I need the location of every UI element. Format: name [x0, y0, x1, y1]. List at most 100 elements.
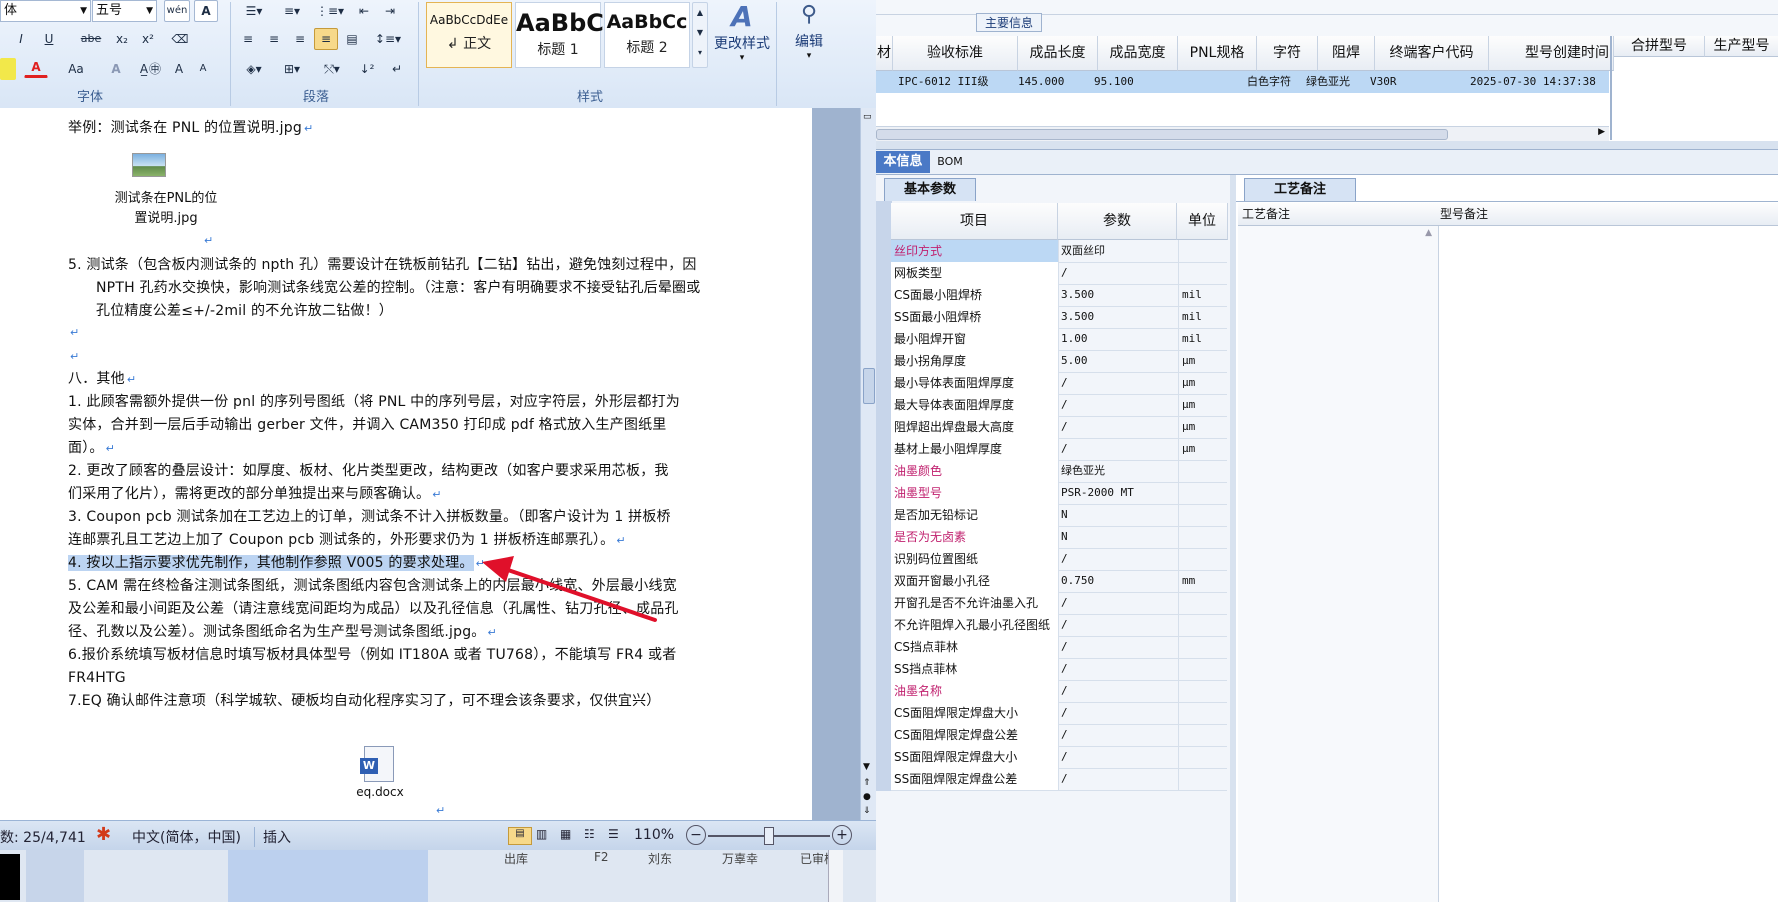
- shading-icon[interactable]: ◈▾: [236, 58, 272, 80]
- param-value[interactable]: /: [1058, 680, 1179, 702]
- col-header-unit[interactable]: 单位: [1177, 203, 1228, 240]
- splitter[interactable]: [876, 141, 1778, 150]
- style-heading-1[interactable]: AaBbC 标题 1: [515, 2, 604, 68]
- param-row[interactable]: CS挡点菲林 /: [891, 636, 1227, 659]
- prev-page-icon[interactable]: ⇑: [863, 778, 871, 788]
- scroll-up-icon[interactable]: ▲: [1425, 228, 1432, 238]
- col-header[interactable]: 型号创建时间: [1489, 36, 1614, 71]
- param-value[interactable]: 0.750: [1058, 570, 1179, 592]
- increase-indent-icon[interactable]: ⇥: [378, 0, 402, 22]
- param-row[interactable]: 双面开窗最小孔径 0.750 mm: [891, 570, 1227, 593]
- param-value[interactable]: 1.00: [1058, 328, 1179, 350]
- param-value[interactable]: 绿色亚光: [1058, 460, 1179, 482]
- param-row[interactable]: SS面阻焊限定焊盘大小 /: [891, 746, 1227, 769]
- zoom-level[interactable]: 110%: [634, 827, 674, 843]
- param-value[interactable]: /: [1058, 394, 1179, 416]
- param-value[interactable]: 双面丝印: [1058, 240, 1179, 262]
- insert-mode[interactable]: 插入: [254, 827, 291, 847]
- multilevel-list-icon[interactable]: ⋮≡▾: [312, 0, 348, 22]
- zoom-out-icon[interactable]: −: [686, 825, 706, 845]
- align-right-icon[interactable]: ≡: [288, 28, 312, 50]
- param-value[interactable]: /: [1058, 438, 1179, 460]
- borders-icon[interactable]: ⊞▾: [274, 58, 310, 80]
- superscript-button[interactable]: x²: [136, 28, 160, 50]
- param-value[interactable]: 3.500: [1058, 306, 1179, 328]
- draft-icon[interactable]: ☰: [608, 827, 619, 841]
- zoom-slider-thumb[interactable]: [764, 827, 774, 845]
- col-header[interactable]: 成品宽度: [1098, 36, 1178, 71]
- col-header[interactable]: 合拼型号: [1614, 36, 1705, 57]
- enclose-char-icon[interactable]: ㊥: [142, 58, 168, 80]
- param-row[interactable]: 丝印方式 双面丝印: [891, 240, 1227, 263]
- tab-basic-info[interactable]: 本信息: [876, 151, 930, 173]
- param-row[interactable]: SS面阻焊限定焊盘公差 /: [891, 768, 1227, 791]
- param-value[interactable]: /: [1058, 592, 1179, 614]
- col-header[interactable]: PNL规格: [1178, 36, 1257, 71]
- param-value[interactable]: /: [1058, 746, 1179, 768]
- param-value[interactable]: N: [1058, 526, 1179, 548]
- font-color-button[interactable]: A: [24, 58, 48, 78]
- justify-icon[interactable]: ≡: [314, 28, 338, 50]
- param-value[interactable]: /: [1058, 724, 1179, 746]
- bullets-icon[interactable]: ☰▾: [236, 0, 272, 22]
- param-row[interactable]: 阻焊超出焊盘最大高度 / μm: [891, 416, 1227, 439]
- char-border-button[interactable]: A: [194, 0, 218, 22]
- col-header[interactable]: 成品长度: [1018, 36, 1098, 71]
- styles-scroll[interactable]: ▲ ▼ ▾: [692, 2, 708, 68]
- italic-button[interactable]: I: [10, 28, 32, 50]
- image-thumbnail[interactable]: [132, 153, 166, 177]
- tab-process-remark[interactable]: 工艺备注: [1244, 178, 1356, 201]
- param-row[interactable]: 识别码位置图纸 /: [891, 548, 1227, 571]
- param-row[interactable]: SS挡点菲林 /: [891, 658, 1227, 681]
- scrollbar[interactable]: [828, 850, 843, 902]
- param-row[interactable]: 最小拐角厚度 5.00 μm: [891, 350, 1227, 373]
- phonetic-guide-button[interactable]: wén: [164, 0, 190, 22]
- full-screen-icon[interactable]: ▥: [536, 827, 547, 841]
- browse-object-icon[interactable]: ●: [863, 792, 871, 802]
- param-value[interactable]: PSR-2000 MT: [1058, 482, 1179, 504]
- tab-bom[interactable]: BOM: [932, 151, 968, 173]
- style-heading-2[interactable]: AaBbCc 标题 2: [604, 2, 690, 68]
- param-row[interactable]: 油墨名称 /: [891, 680, 1227, 703]
- outline-icon[interactable]: ☷: [584, 827, 595, 841]
- param-row[interactable]: CS面阻焊限定焊盘大小 /: [891, 702, 1227, 725]
- col-header[interactable]: 终端客户代码: [1375, 36, 1489, 71]
- tab-params[interactable]: 基本参数: [884, 178, 976, 201]
- param-row[interactable]: 油墨颜色 绿色亚光: [891, 460, 1227, 483]
- subscript-button[interactable]: x₂: [110, 28, 134, 50]
- text-effect-button[interactable]: A: [104, 58, 128, 80]
- process-remark-text[interactable]: ▲: [1238, 226, 1439, 902]
- param-row[interactable]: 是否为无卤素 N: [891, 526, 1227, 549]
- word-doc-icon[interactable]: W: [360, 746, 396, 786]
- font-size-select[interactable]: 五号 ▼: [92, 0, 157, 22]
- param-row[interactable]: 不允许阻焊入孔最小孔径图纸 /: [891, 614, 1227, 637]
- edit-button[interactable]: ⚲ 编辑 ▾: [782, 0, 836, 80]
- col-header[interactable]: 字符: [1257, 36, 1318, 71]
- col-header-item[interactable]: 项目: [891, 203, 1058, 240]
- param-row[interactable]: 油墨型号 PSR-2000 MT: [891, 482, 1227, 505]
- web-layout-icon[interactable]: ▦: [560, 827, 571, 841]
- print-layout-icon[interactable]: ▤: [508, 827, 532, 845]
- shrink-font-button[interactable]: A: [192, 58, 214, 80]
- param-row[interactable]: 是否加无铅标记 N: [891, 504, 1227, 527]
- underline-button[interactable]: U: [38, 28, 60, 50]
- param-value[interactable]: N: [1058, 504, 1179, 526]
- col-header[interactable]: 阻焊: [1318, 36, 1375, 71]
- chinese-layout-icon[interactable]: ⤲▾: [316, 58, 348, 80]
- param-row[interactable]: 基材上最小阻焊厚度 / μm: [891, 438, 1227, 461]
- param-row[interactable]: 网板类型 /: [891, 262, 1227, 285]
- next-page-icon[interactable]: ⇓: [863, 806, 871, 816]
- word-count[interactable]: 数: 25/4,741: [0, 827, 86, 847]
- param-row[interactable]: 开窗孔是否不允许油墨入孔 /: [891, 592, 1227, 615]
- numbering-icon[interactable]: ≡▾: [274, 0, 310, 22]
- language-status[interactable]: 中文(简体，中国): [132, 827, 241, 847]
- change-case-button[interactable]: Aa: [62, 58, 90, 80]
- col-header[interactable]: 材: [876, 36, 893, 71]
- proofing-icon[interactable]: ✱: [96, 824, 111, 845]
- param-row[interactable]: CS面最小阻焊桥 3.500 mil: [891, 284, 1227, 307]
- param-value[interactable]: 5.00: [1058, 350, 1179, 372]
- document-page[interactable]: 举例：测试条在 PNL 的位置说明.jpg ↵ 测试条在PNL的位 置说明.jpg…: [0, 108, 812, 820]
- grow-font-button[interactable]: A: [168, 58, 190, 80]
- align-left-icon[interactable]: ≡: [236, 28, 260, 50]
- param-value[interactable]: 3.500: [1058, 284, 1179, 306]
